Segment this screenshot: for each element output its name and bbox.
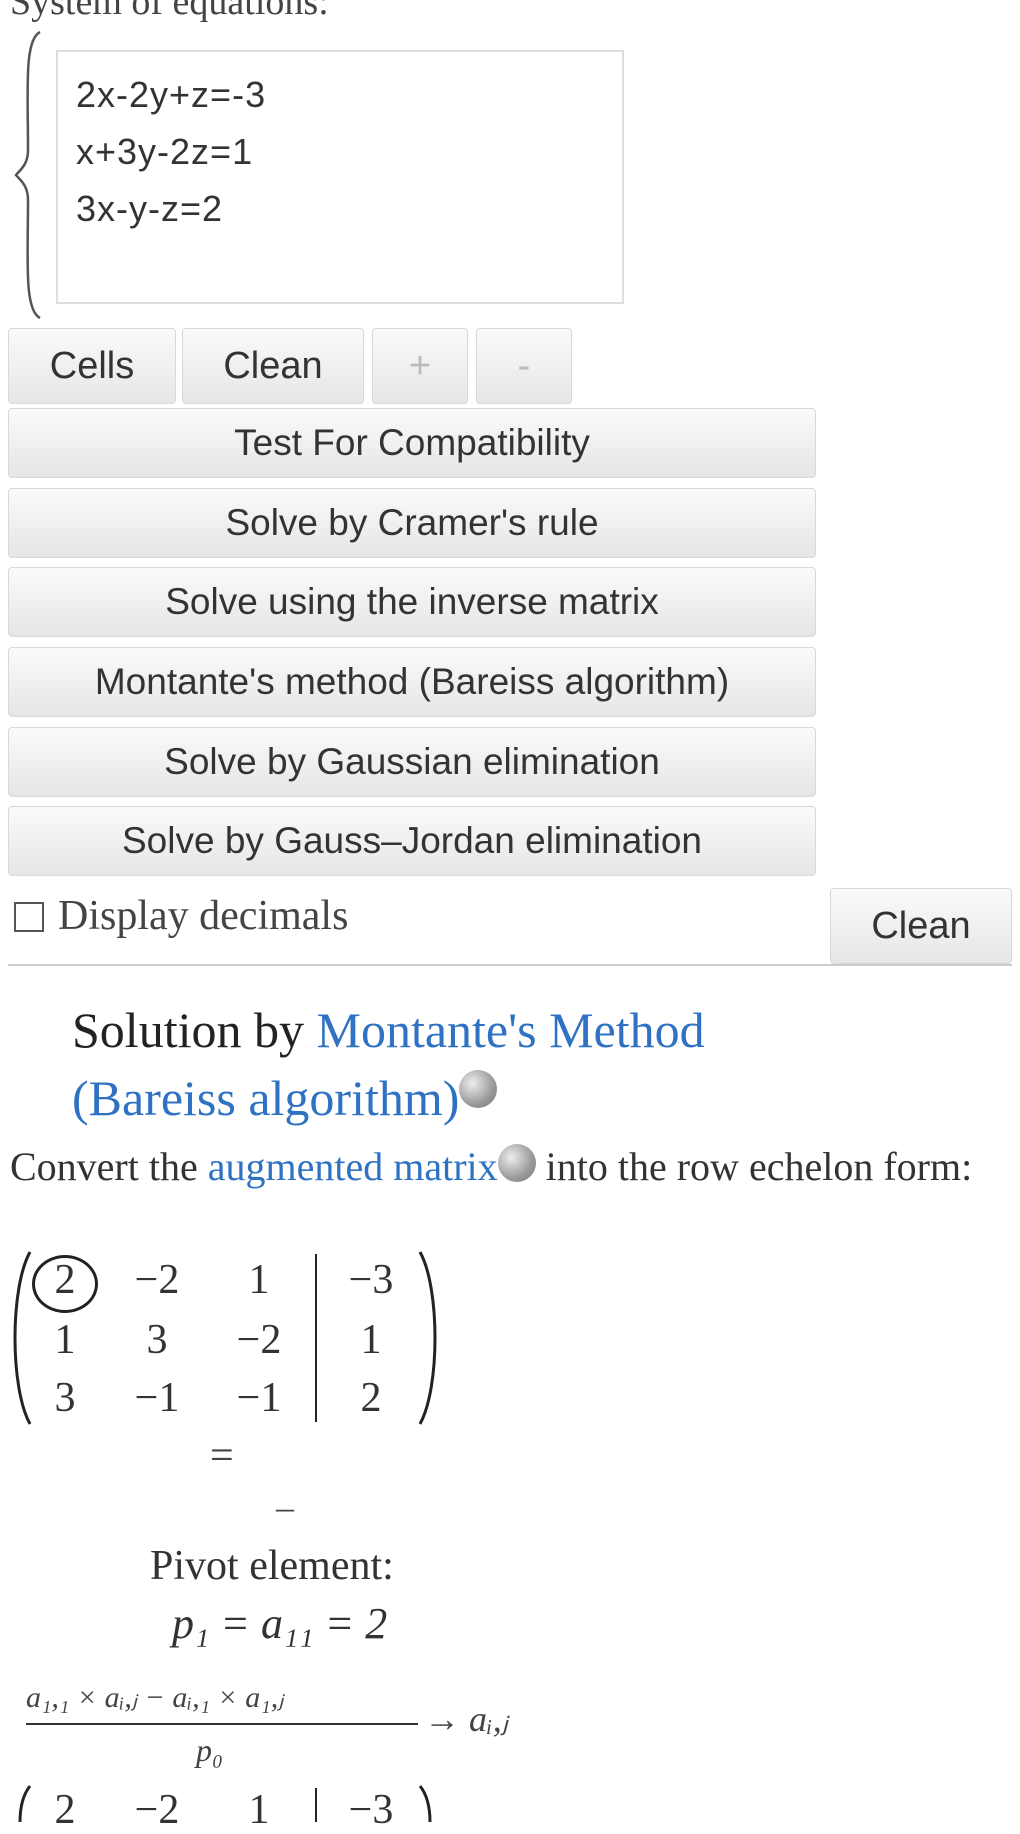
info-icon[interactable]: [497, 1144, 536, 1182]
cells-button[interactable]: Cells: [8, 328, 176, 404]
matrix-cell: −2: [134, 1257, 180, 1303]
rule-result: → aᵢ,ⱼ: [424, 1699, 508, 1739]
dash-mark: –: [276, 1487, 294, 1527]
rule-denominator: p₀: [196, 1732, 224, 1768]
matrix-cell: −1: [236, 1375, 282, 1421]
display-decimals-checkbox[interactable]: [14, 902, 44, 932]
matrix-cell: 3: [54, 1375, 76, 1421]
augmented-matrix-link[interactable]: augmented matrix: [208, 1144, 498, 1189]
pivot-label: Pivot element:: [150, 1543, 394, 1589]
test-compatibility-button[interactable]: Test For Compatibility: [8, 408, 816, 478]
gauss-jordan-button[interactable]: Solve by Gauss–Jordan elimination: [8, 806, 816, 876]
intro-text-b: into the row echelon form:: [535, 1144, 973, 1189]
divider: [8, 964, 1012, 966]
next-matrix-cell: −2: [134, 1787, 180, 1833]
inverse-matrix-button[interactable]: Solve using the inverse matrix: [8, 567, 816, 637]
solution-intro: Convert the augmented matrix into the ro…: [10, 1138, 1010, 1196]
equation-line-2: x+3y-2z=1: [76, 131, 254, 172]
clean-input-button[interactable]: Clean: [182, 328, 364, 404]
matrix-cell: 1: [248, 1257, 270, 1303]
system-label: System of equations:: [10, 0, 329, 23]
remove-equation-button[interactable]: -: [476, 328, 572, 404]
matrix-cell: 2: [54, 1257, 76, 1303]
matrix-cell: −1: [134, 1375, 180, 1421]
fraction-bar: [26, 1723, 418, 1725]
matrix-cell: 1: [360, 1317, 382, 1363]
matrix-cell: −2: [236, 1317, 282, 1363]
info-icon[interactable]: [459, 1070, 498, 1108]
matrix-cell: 1: [54, 1317, 76, 1363]
solution-title-prefix: Solution by: [72, 1002, 317, 1058]
equation-line-1: 2x-2y+z=-3: [76, 74, 267, 115]
rule-numerator: a₁,₁ × aᵢ,ⱼ − aᵢ,₁ × a₁,ⱼ: [26, 1681, 284, 1714]
add-equation-button[interactable]: +: [372, 328, 468, 404]
equals-sign: =: [210, 1433, 234, 1479]
matrix-cell: 3: [146, 1317, 168, 1363]
next-matrix-cell: 2: [54, 1787, 76, 1833]
next-matrix-cell: −3: [348, 1787, 394, 1833]
matrix-cell: −3: [348, 1257, 394, 1303]
equations-input[interactable]: 2x-2y+z=-3 x+3y-2z=1 3x-y-z=2: [56, 50, 624, 304]
next-matrix-cell: 1: [248, 1787, 270, 1833]
gaussian-elimination-button[interactable]: Solve by Gaussian elimination: [8, 727, 816, 797]
solution-title: Solution by Montante's Method (Bareiss a…: [72, 996, 832, 1132]
clean-results-button[interactable]: Clean: [830, 888, 1012, 964]
system-brace: [14, 30, 41, 320]
montante-method-button[interactable]: Montante's method (Bareiss algorithm): [8, 647, 816, 717]
cramers-rule-button[interactable]: Solve by Cramer's rule: [8, 488, 816, 558]
intro-text-a: Convert the: [10, 1144, 208, 1189]
pivot-formula: p₁ = a₁₁ = 2: [172, 1599, 388, 1648]
matrix-cell: 2: [360, 1375, 382, 1421]
display-decimals-label: Display decimals: [58, 893, 349, 939]
equation-line-3: 3x-y-z=2: [76, 188, 224, 229]
